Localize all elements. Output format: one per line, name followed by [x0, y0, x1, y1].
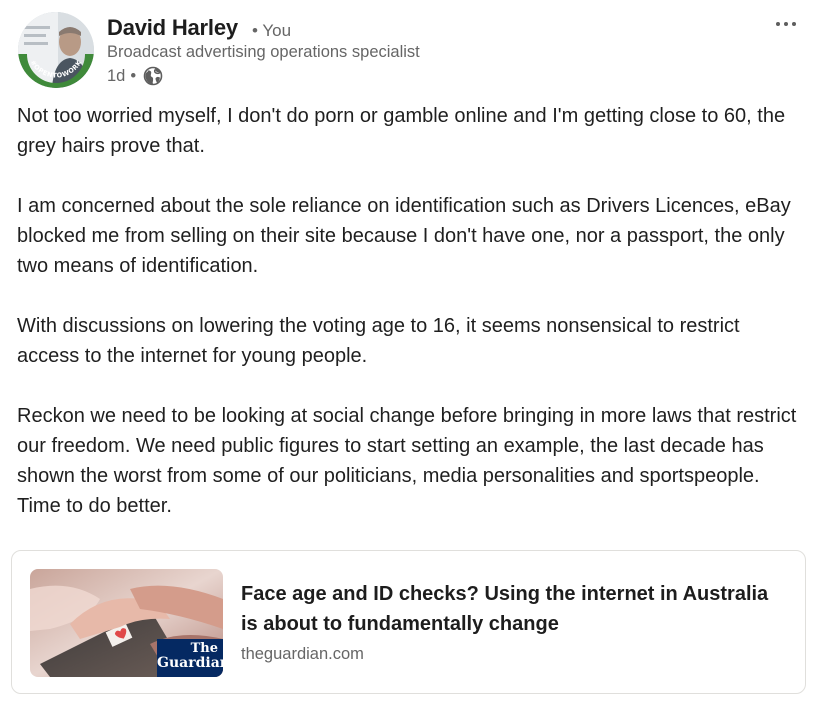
feed-post: #OPENTOWORK David Harley • You Broadcast… — [0, 0, 827, 705]
logo-line-1: The — [190, 641, 218, 656]
more-dot — [784, 22, 788, 26]
link-thumbnail[interactable]: The Guardian — [30, 569, 223, 677]
guardian-logo: The Guardian — [157, 639, 223, 677]
more-dot — [792, 22, 796, 26]
more-dot — [776, 22, 780, 26]
globe-icon[interactable] — [143, 66, 163, 86]
author-avatar[interactable]: #OPENTOWORK — [18, 12, 94, 88]
post-paragraph: With discussions on lowering the voting … — [17, 315, 740, 367]
link-title[interactable]: Face age and ID checks? Using the intern… — [241, 579, 786, 639]
link-domain: theguardian.com — [241, 645, 364, 663]
author-relation: • You — [252, 21, 292, 40]
logo-line-2: Guardian — [157, 655, 223, 671]
meta-separator: • — [130, 66, 137, 85]
author-headline: Broadcast advertising operations special… — [107, 43, 420, 61]
post-paragraph: Not too worried myself, I don't do porn … — [17, 105, 786, 157]
post-paragraph: Reckon we need to be looking at social c… — [17, 405, 797, 517]
post-paragraph: I am concerned about the sole reliance o… — [17, 195, 791, 277]
post-meta: 1d • — [107, 66, 163, 86]
link-preview-card[interactable]: The Guardian Face age and ID checks? Usi… — [11, 550, 806, 694]
post-timestamp: 1d — [107, 66, 126, 85]
author-name[interactable]: David Harley — [107, 15, 238, 41]
post-body: Not too worried myself, I don't do porn … — [17, 101, 807, 551]
avatar-image: #OPENTOWORK — [18, 12, 94, 88]
more-options-button[interactable] — [770, 10, 802, 38]
